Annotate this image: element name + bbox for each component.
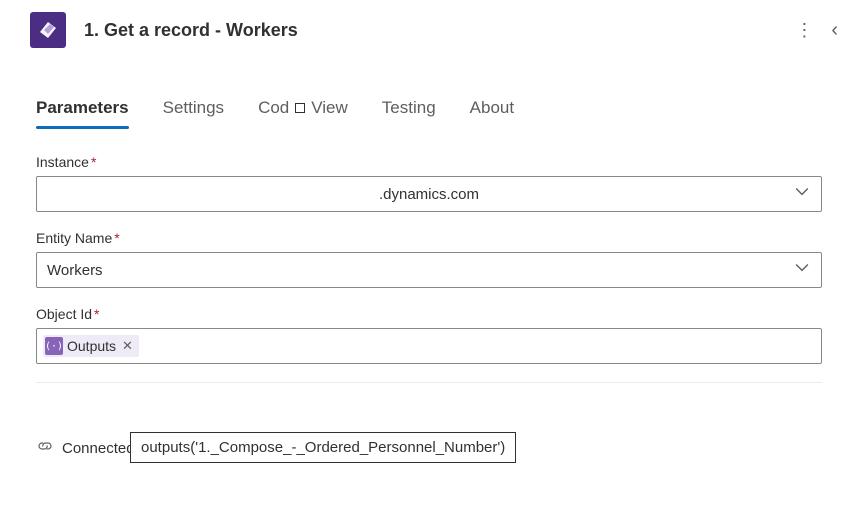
card-title: 1. Get a record - Workers (84, 20, 795, 41)
header-actions: ⋮ ‹ (795, 19, 838, 42)
required-asterisk: * (91, 154, 96, 170)
field-instance: Instance* .dynamics.com (36, 154, 822, 212)
tab-settings[interactable]: Settings (163, 98, 224, 128)
instance-select[interactable]: .dynamics.com (36, 176, 822, 212)
token-container: (·) Outputs ✕ (37, 331, 821, 361)
tab-codeview-suffix: View (311, 98, 348, 118)
card-header: 1. Get a record - Workers ⋮ ‹ (0, 0, 858, 58)
instance-label: Instance* (36, 154, 822, 170)
instance-label-text: Instance (36, 154, 89, 170)
dynamics-icon (36, 18, 60, 42)
tab-code-view[interactable]: Cod View (258, 98, 348, 128)
connector-icon (30, 12, 66, 48)
required-asterisk: * (114, 230, 119, 246)
parameters-form: Instance* .dynamics.com Entity Name* Wor… (0, 128, 858, 364)
field-entity-name: Entity Name* Workers (36, 230, 822, 288)
entity-label: Entity Name* (36, 230, 822, 246)
field-object-id: Object Id* (·) Outputs ✕ (36, 306, 822, 364)
token-label: Outputs (67, 338, 116, 354)
entity-label-text: Entity Name (36, 230, 112, 246)
instance-value: .dynamics.com (379, 186, 479, 203)
entity-select[interactable]: Workers (36, 252, 822, 288)
objectid-label: Object Id* (36, 306, 822, 322)
more-menu-icon[interactable]: ⋮ (795, 20, 813, 41)
link-icon (36, 437, 54, 459)
tab-about[interactable]: About (470, 98, 514, 128)
objectid-input[interactable]: (·) Outputs ✕ (36, 328, 822, 364)
expression-tooltip: outputs('1._Compose_-_Ordered_Personnel_… (130, 432, 516, 463)
tab-parameters[interactable]: Parameters (36, 98, 129, 128)
required-asterisk: * (94, 306, 99, 322)
tab-bar: Parameters Settings Cod View Testing Abou… (0, 98, 858, 128)
entity-value: Workers (47, 262, 103, 279)
chevron-down-icon (795, 185, 809, 203)
fx-icon: (·) (45, 337, 63, 355)
chevron-down-icon (795, 261, 809, 279)
section-divider (36, 382, 822, 383)
square-marker-icon (295, 103, 305, 113)
expression-token[interactable]: (·) Outputs ✕ (43, 335, 139, 357)
remove-token-icon[interactable]: ✕ (122, 338, 133, 354)
tab-testing[interactable]: Testing (382, 98, 436, 128)
collapse-chevron-icon[interactable]: ‹ (831, 19, 838, 42)
tab-codeview-prefix: Cod (258, 98, 289, 118)
objectid-label-text: Object Id (36, 306, 92, 322)
